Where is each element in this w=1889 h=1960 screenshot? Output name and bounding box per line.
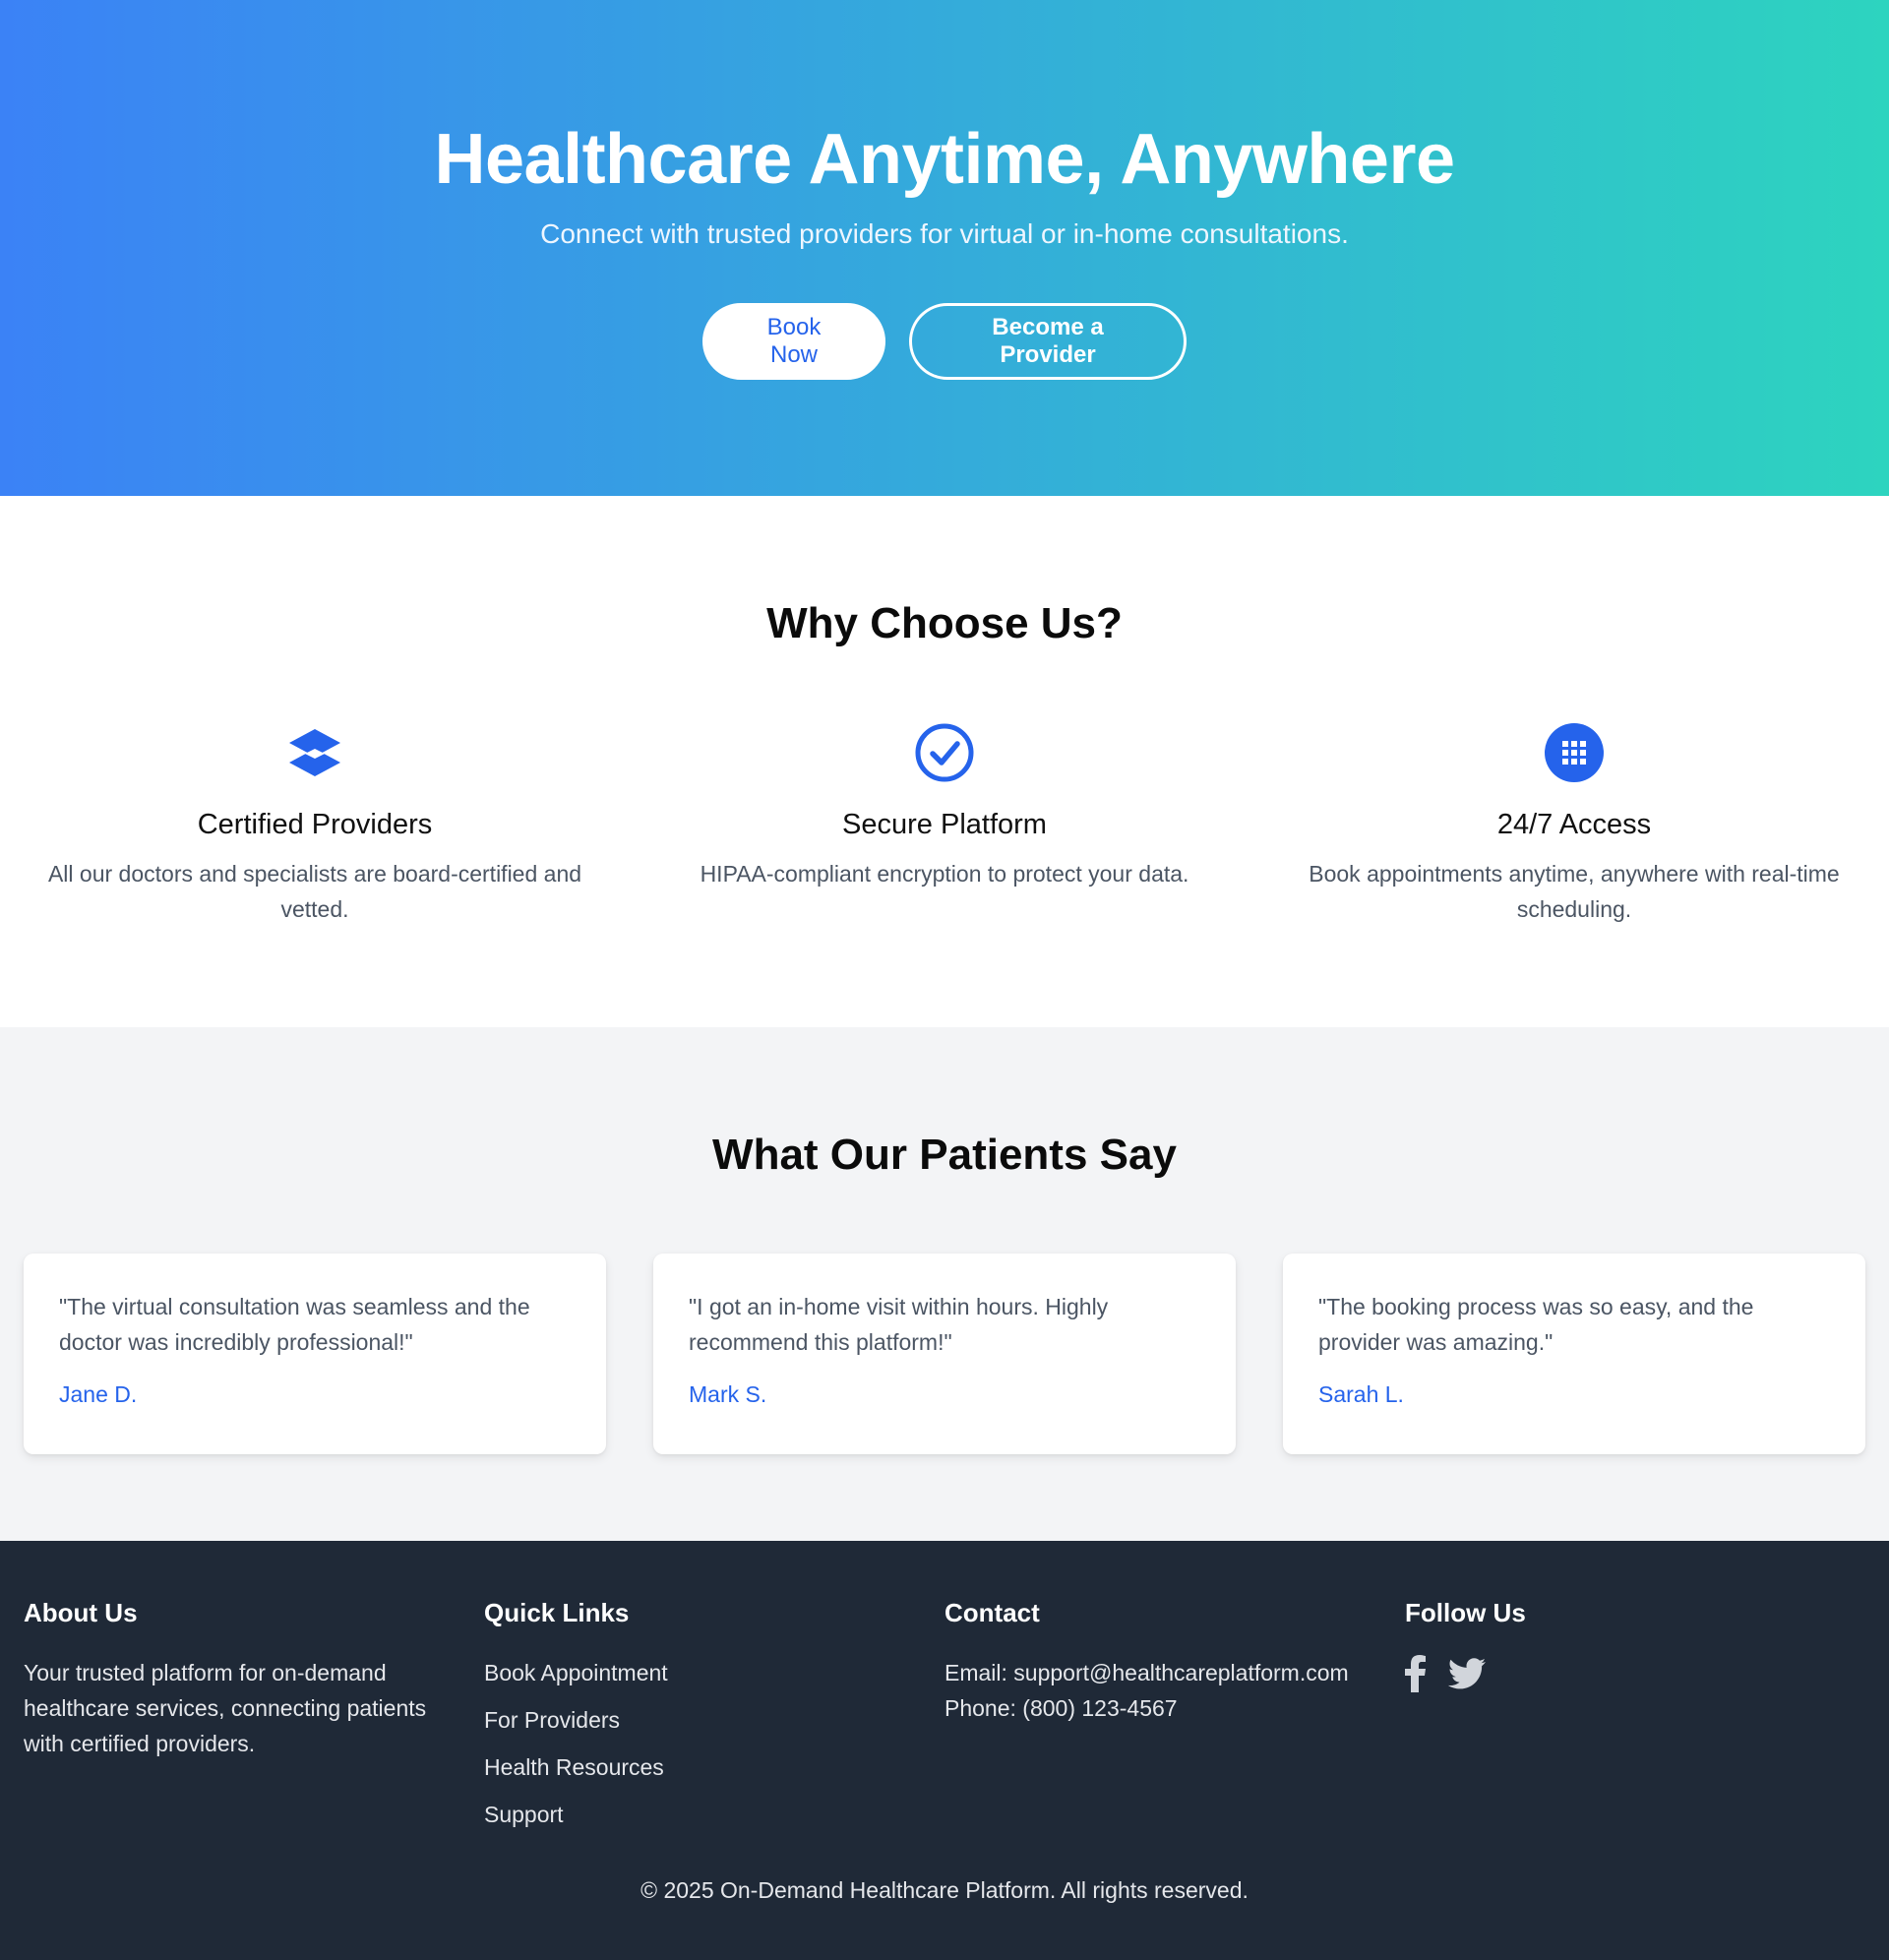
- footer-about-text: Your trusted platform for on-demand heal…: [24, 1660, 427, 1756]
- footer-about-title: About Us: [24, 1598, 138, 1627]
- hero-subtitle: Connect with trusted providers for virtu…: [540, 218, 1349, 249]
- footer-contact-title: Contact: [944, 1598, 1040, 1627]
- feature-24-7-access: 24/7 Access Book appointments anytime, a…: [1283, 722, 1865, 927]
- testimonial-cards: "The virtual consultation was seamless a…: [0, 1254, 1889, 1454]
- layers-icon: [24, 722, 606, 783]
- testimonial-card: "The booking process was so easy, and th…: [1283, 1254, 1865, 1454]
- why-choose-us-section: Why Choose Us? Certified Providers All o…: [0, 496, 1889, 1027]
- feature-title: Certified Providers: [197, 809, 433, 840]
- footer-follow-title: Follow Us: [1405, 1598, 1526, 1627]
- testimonial-quote: "The virtual consultation was seamless a…: [59, 1294, 530, 1355]
- check-circle-icon: [653, 722, 1236, 783]
- book-now-button[interactable]: Book Now: [702, 303, 885, 380]
- footer-link-book-appointment[interactable]: Book Appointment: [484, 1655, 944, 1690]
- feature-secure-platform: Secure Platform HIPAA-compliant encrypti…: [653, 722, 1236, 927]
- feature-title: 24/7 Access: [1496, 809, 1652, 840]
- testimonial-author: Jane D.: [59, 1381, 138, 1407]
- apps-grid-icon: [1283, 722, 1865, 783]
- contact-phone[interactable]: Phone: (800) 123-4567: [944, 1690, 1405, 1726]
- footer-columns: About Us Your trusted platform for on-de…: [24, 1596, 1865, 1844]
- testimonial-card: "The virtual consultation was seamless a…: [24, 1254, 606, 1454]
- testimonials-section: What Our Patients Say "The virtual consu…: [0, 1027, 1889, 1541]
- footer-quick-links: Quick Links Book Appointment For Provide…: [484, 1596, 944, 1844]
- feature-description: All our doctors and specialists are boar…: [47, 861, 582, 922]
- hero-buttons: Book Now Become a Provider: [0, 303, 1889, 380]
- testimonial-quote: "I got an in-home visit within hours. Hi…: [689, 1294, 1109, 1355]
- footer-link-for-providers[interactable]: For Providers: [484, 1702, 944, 1738]
- footer-about: About Us Your trusted platform for on-de…: [24, 1596, 484, 1844]
- feature-description: Book appointments anytime, anywhere with…: [1309, 861, 1840, 922]
- site-footer: About Us Your trusted platform for on-de…: [0, 1541, 1889, 1960]
- testimonial-quote: "The booking process was so easy, and th…: [1318, 1294, 1754, 1355]
- feature-certified-providers: Certified Providers All our doctors and …: [24, 722, 606, 927]
- testimonial-author: Mark S.: [689, 1381, 767, 1407]
- hero-title: Healthcare Anytime, Anywhere: [434, 120, 1455, 199]
- footer-link-health-resources[interactable]: Health Resources: [484, 1749, 944, 1785]
- copyright-text: © 2025 On-Demand Healthcare Platform. Al…: [640, 1877, 1249, 1903]
- footer-links-title: Quick Links: [484, 1598, 630, 1627]
- become-provider-button[interactable]: Become a Provider: [909, 303, 1187, 380]
- testimonial-card: "I got an in-home visit within hours. Hi…: [653, 1254, 1236, 1454]
- facebook-icon[interactable]: [1405, 1655, 1427, 1692]
- hero-section: Healthcare Anytime, Anywhere Connect wit…: [0, 0, 1889, 496]
- contact-email[interactable]: Email: support@healthcareplatform.com: [944, 1655, 1405, 1690]
- feature-title: Secure Platform: [842, 809, 1047, 840]
- testimonials-title: What Our Patients Say: [712, 1131, 1177, 1179]
- testimonial-author: Sarah L.: [1318, 1381, 1404, 1407]
- why-choose-us-title: Why Choose Us?: [766, 599, 1123, 647]
- social-links: [1405, 1655, 1865, 1692]
- footer-links-list: Book Appointment For Providers Health Re…: [484, 1655, 944, 1832]
- feature-description: HIPAA-compliant encryption to protect yo…: [700, 861, 1189, 887]
- contact-details: Email: support@healthcareplatform.com Ph…: [944, 1655, 1405, 1726]
- twitter-icon[interactable]: [1448, 1658, 1486, 1689]
- footer-follow: Follow Us: [1405, 1596, 1865, 1844]
- footer-contact: Contact Email: support@healthcareplatfor…: [944, 1596, 1405, 1844]
- footer-link-support[interactable]: Support: [484, 1797, 944, 1832]
- features-list: Certified Providers All our doctors and …: [0, 722, 1889, 927]
